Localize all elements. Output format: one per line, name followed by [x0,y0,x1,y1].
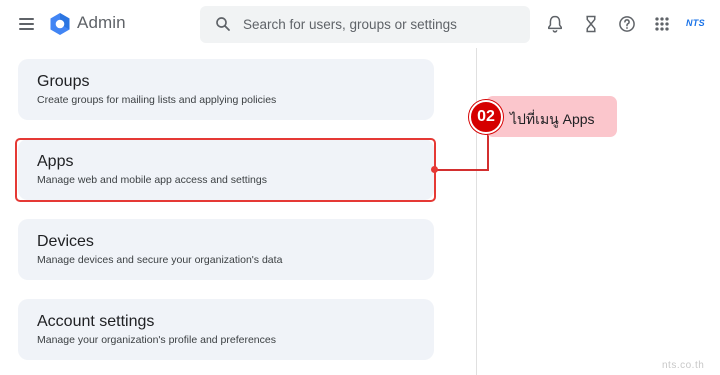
admin-logo-icon[interactable] [48,12,72,36]
callout-text: ไปที่เมนู Apps [510,111,595,127]
notifications-bell-icon[interactable] [545,14,565,34]
card-description: Create groups for mailing lists and appl… [37,94,277,106]
main-menu-icon[interactable] [16,14,38,34]
devices-card[interactable]: Devices Manage devices and secure your o… [18,219,434,280]
apps-grid-icon[interactable] [652,14,672,34]
callout-anchor-dot [431,166,438,173]
card-description: Manage your organization's profile and p… [37,334,276,346]
card-title: Groups [37,73,90,90]
search-icon[interactable] [214,15,232,33]
hourglass-tasks-icon[interactable] [581,14,601,34]
search-bar[interactable] [200,6,530,43]
help-icon[interactable] [617,14,637,34]
account-brand-logo[interactable]: NTS [686,18,705,28]
top-app-bar: Admin NTS [0,0,720,48]
account-settings-card[interactable]: Account settings Manage your organizatio… [18,299,434,360]
search-input[interactable] [243,6,523,43]
callout-connector-vertical [487,131,489,171]
card-title: Apps [37,153,74,170]
app-title[interactable]: Admin [77,13,126,33]
callout-connector-horizontal [434,169,489,171]
watermark: nts.co.th [662,360,705,371]
card-title: Account settings [37,313,155,330]
card-title: Devices [37,233,94,250]
groups-card[interactable]: Groups Create groups for mailing lists a… [18,59,434,120]
apps-card[interactable]: Apps Manage web and mobile app access an… [18,139,434,200]
callout-step-badge: 02 [469,100,503,134]
card-description: Manage devices and secure your organizat… [37,254,283,266]
card-description: Manage web and mobile app access and set… [37,174,267,186]
